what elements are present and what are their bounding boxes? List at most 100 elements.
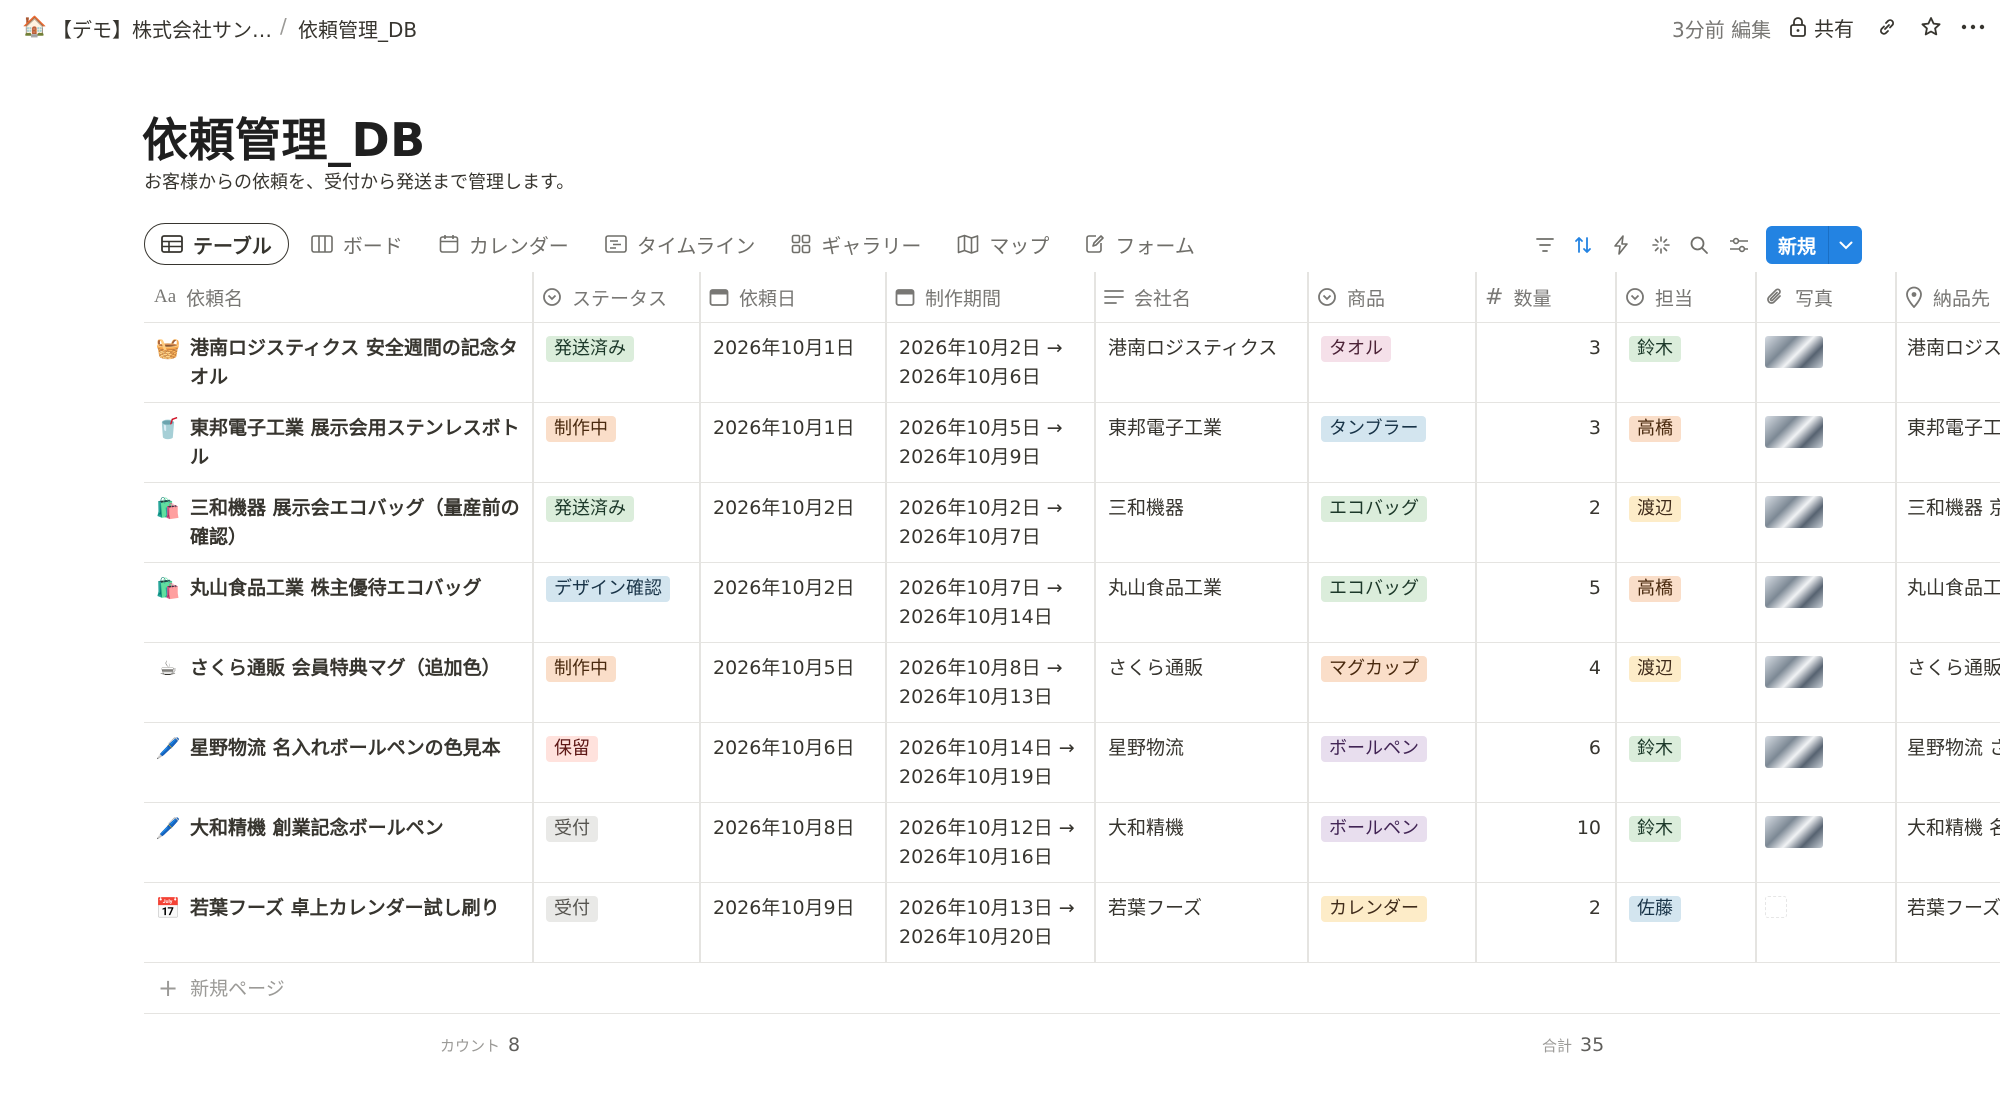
column-header-name[interactable]: Aa 依頼名: [144, 272, 532, 322]
cell-production-period[interactable]: 2026年10月5日 → 2026年10月9日: [885, 402, 1094, 482]
cell-destination[interactable]: 丸山食品工: [1895, 562, 2000, 642]
photo-thumbnail[interactable]: [1765, 896, 1787, 918]
search-icon[interactable]: [1684, 230, 1714, 260]
house-icon[interactable]: 🏠: [22, 14, 47, 38]
cell-company[interactable]: さくら通販: [1094, 642, 1307, 722]
chevron-down-icon[interactable]: [1829, 241, 1862, 250]
cell-request-date[interactable]: 2026年10月1日: [699, 402, 885, 482]
column-header-qty[interactable]: # 数量: [1475, 272, 1615, 322]
page-emoji-icon[interactable]: 🛍️: [154, 574, 182, 642]
cell-request-date[interactable]: 2026年10月1日: [699, 322, 885, 402]
tab-calendar[interactable]: カレンダー: [425, 223, 583, 265]
row-title[interactable]: 丸山食品工業 株主優待エコバッグ: [190, 574, 482, 642]
page-emoji-icon[interactable]: 🛍️: [154, 494, 182, 562]
cell-destination[interactable]: さくら通販: [1895, 642, 2000, 722]
cell-production-period[interactable]: 2026年10月8日 → 2026年10月13日: [885, 642, 1094, 722]
cell-owner[interactable]: 渡辺: [1615, 642, 1755, 722]
last-edited[interactable]: 3分前 編集: [1672, 14, 1771, 43]
table-row[interactable]: 🖊️ 星野物流 名入れボールペンの色見本 保留 2026年10月6日 2026年10月1…: [144, 722, 2000, 803]
cell-name[interactable]: 🖊️ 星野物流 名入れボールペンの色見本: [144, 722, 532, 802]
table-row[interactable]: 🥤 東邦電子工業 展示会用ステンレスボトル 制作中 2026年10月1日 2026年10…: [144, 402, 2000, 483]
photo-thumbnail[interactable]: [1765, 736, 1823, 768]
cell-owner[interactable]: 鈴木: [1615, 322, 1755, 402]
cell-quantity[interactable]: 3: [1475, 402, 1615, 482]
photo-thumbnail[interactable]: [1765, 576, 1823, 608]
cell-production-period[interactable]: 2026年10月2日 → 2026年10月7日: [885, 482, 1094, 562]
breadcrumb-workspace[interactable]: 【デモ】株式会社サン…: [52, 14, 272, 43]
cell-photo[interactable]: [1755, 882, 1895, 962]
photo-thumbnail[interactable]: [1765, 656, 1823, 688]
settings-icon[interactable]: [1724, 230, 1754, 260]
cell-photo[interactable]: [1755, 802, 1895, 882]
cell-quantity[interactable]: 6: [1475, 722, 1615, 802]
tab-timeline[interactable]: タイムライン: [591, 223, 770, 265]
cell-name[interactable]: 🥤 東邦電子工業 展示会用ステンレスボトル: [144, 402, 532, 482]
cell-name[interactable]: ☕ さくら通販 会員特典マグ（追加色）: [144, 642, 532, 722]
cell-destination[interactable]: 三和機器 京: [1895, 482, 2000, 562]
tab-gallery[interactable]: ギャラリー: [777, 223, 935, 265]
star-icon[interactable]: [1916, 12, 1946, 42]
cell-quantity[interactable]: 2: [1475, 482, 1615, 562]
sum-summary[interactable]: 合計 35: [1542, 1034, 1604, 1056]
tab-board[interactable]: ボード: [297, 223, 417, 265]
column-header-photo[interactable]: 写真: [1755, 272, 1895, 322]
row-title[interactable]: 三和機器 展示会エコバッグ（量産前の確認）: [190, 494, 522, 562]
cell-status[interactable]: 制作中: [532, 402, 699, 482]
table-row[interactable]: ☕ さくら通販 会員特典マグ（追加色） 制作中 2026年10月5日 2026年10月8…: [144, 642, 2000, 723]
cell-product[interactable]: タンブラー: [1307, 402, 1475, 482]
cell-photo[interactable]: [1755, 322, 1895, 402]
ai-icon[interactable]: [1646, 230, 1676, 260]
table-row[interactable]: 🖊️ 大和精機 創業記念ボールペン 受付 2026年10月8日 2026年10月12日 …: [144, 802, 2000, 883]
photo-thumbnail[interactable]: [1765, 496, 1823, 528]
sort-icon[interactable]: [1568, 230, 1598, 260]
page-emoji-icon[interactable]: 🖊️: [154, 734, 182, 802]
row-title[interactable]: 星野物流 名入れボールペンの色見本: [190, 734, 501, 802]
page-description[interactable]: お客様からの依頼を、受付から発送まで管理します。: [144, 168, 574, 194]
cell-name[interactable]: 🧺 港南ロジスティクス 安全週間の記念タオル: [144, 322, 532, 402]
cell-photo[interactable]: [1755, 722, 1895, 802]
cell-quantity[interactable]: 4: [1475, 642, 1615, 722]
count-summary[interactable]: カウント 8: [440, 1034, 520, 1056]
cell-destination[interactable]: 港南ロジスンター: [1895, 322, 2000, 402]
share-button[interactable]: 共有: [1788, 12, 1854, 42]
cell-owner[interactable]: 佐藤: [1615, 882, 1755, 962]
row-title[interactable]: 若葉フーズ 卓上カレンダー試し刷り: [190, 894, 500, 962]
automation-icon[interactable]: [1606, 230, 1636, 260]
row-title[interactable]: さくら通販 会員特典マグ（追加色）: [190, 654, 501, 722]
cell-destination[interactable]: 星野物流 さ: [1895, 722, 2000, 802]
page-emoji-icon[interactable]: ☕: [154, 654, 182, 722]
cell-company[interactable]: 東邦電子工業: [1094, 402, 1307, 482]
column-header-owner[interactable]: 担当: [1615, 272, 1755, 322]
column-header-period[interactable]: 制作期間: [885, 272, 1094, 322]
cell-status[interactable]: 制作中: [532, 642, 699, 722]
column-header-status[interactable]: ステータス: [532, 272, 699, 322]
cell-company[interactable]: 大和精機: [1094, 802, 1307, 882]
cell-status[interactable]: 発送済み: [532, 322, 699, 402]
cell-product[interactable]: ボールペン: [1307, 722, 1475, 802]
cell-production-period[interactable]: 2026年10月13日 → 2026年10月20日: [885, 882, 1094, 962]
cell-status[interactable]: 発送済み: [532, 482, 699, 562]
cell-request-date[interactable]: 2026年10月8日: [699, 802, 885, 882]
photo-thumbnail[interactable]: [1765, 416, 1823, 448]
photo-thumbnail[interactable]: [1765, 816, 1823, 848]
cell-request-date[interactable]: 2026年10月2日: [699, 562, 885, 642]
cell-destination[interactable]: 東邦電子工: [1895, 402, 2000, 482]
table-row[interactable]: 📅 若葉フーズ 卓上カレンダー試し刷り 受付 2026年10月9日 2026年10月13…: [144, 882, 2000, 963]
column-header-dest[interactable]: 納品先: [1895, 272, 2000, 322]
cell-status[interactable]: 保留: [532, 722, 699, 802]
row-title[interactable]: 港南ロジスティクス 安全週間の記念タオル: [190, 334, 522, 402]
cell-production-period[interactable]: 2026年10月14日 → 2026年10月19日: [885, 722, 1094, 802]
cell-status[interactable]: デザイン確認: [532, 562, 699, 642]
column-header-company[interactable]: 会社名: [1094, 272, 1307, 322]
more-icon[interactable]: [1958, 12, 1988, 42]
cell-name[interactable]: 🛍️ 丸山食品工業 株主優待エコバッグ: [144, 562, 532, 642]
cell-company[interactable]: 若葉フーズ: [1094, 882, 1307, 962]
cell-owner[interactable]: 高橋: [1615, 402, 1755, 482]
cell-owner[interactable]: 鈴木: [1615, 722, 1755, 802]
cell-company[interactable]: 三和機器: [1094, 482, 1307, 562]
cell-product[interactable]: エコバッグ: [1307, 562, 1475, 642]
cell-name[interactable]: 🛍️ 三和機器 展示会エコバッグ（量産前の確認）: [144, 482, 532, 562]
page-emoji-icon[interactable]: 🥤: [154, 414, 182, 482]
tab-form[interactable]: フォーム: [1071, 223, 1208, 265]
cell-production-period[interactable]: 2026年10月7日 → 2026年10月14日: [885, 562, 1094, 642]
